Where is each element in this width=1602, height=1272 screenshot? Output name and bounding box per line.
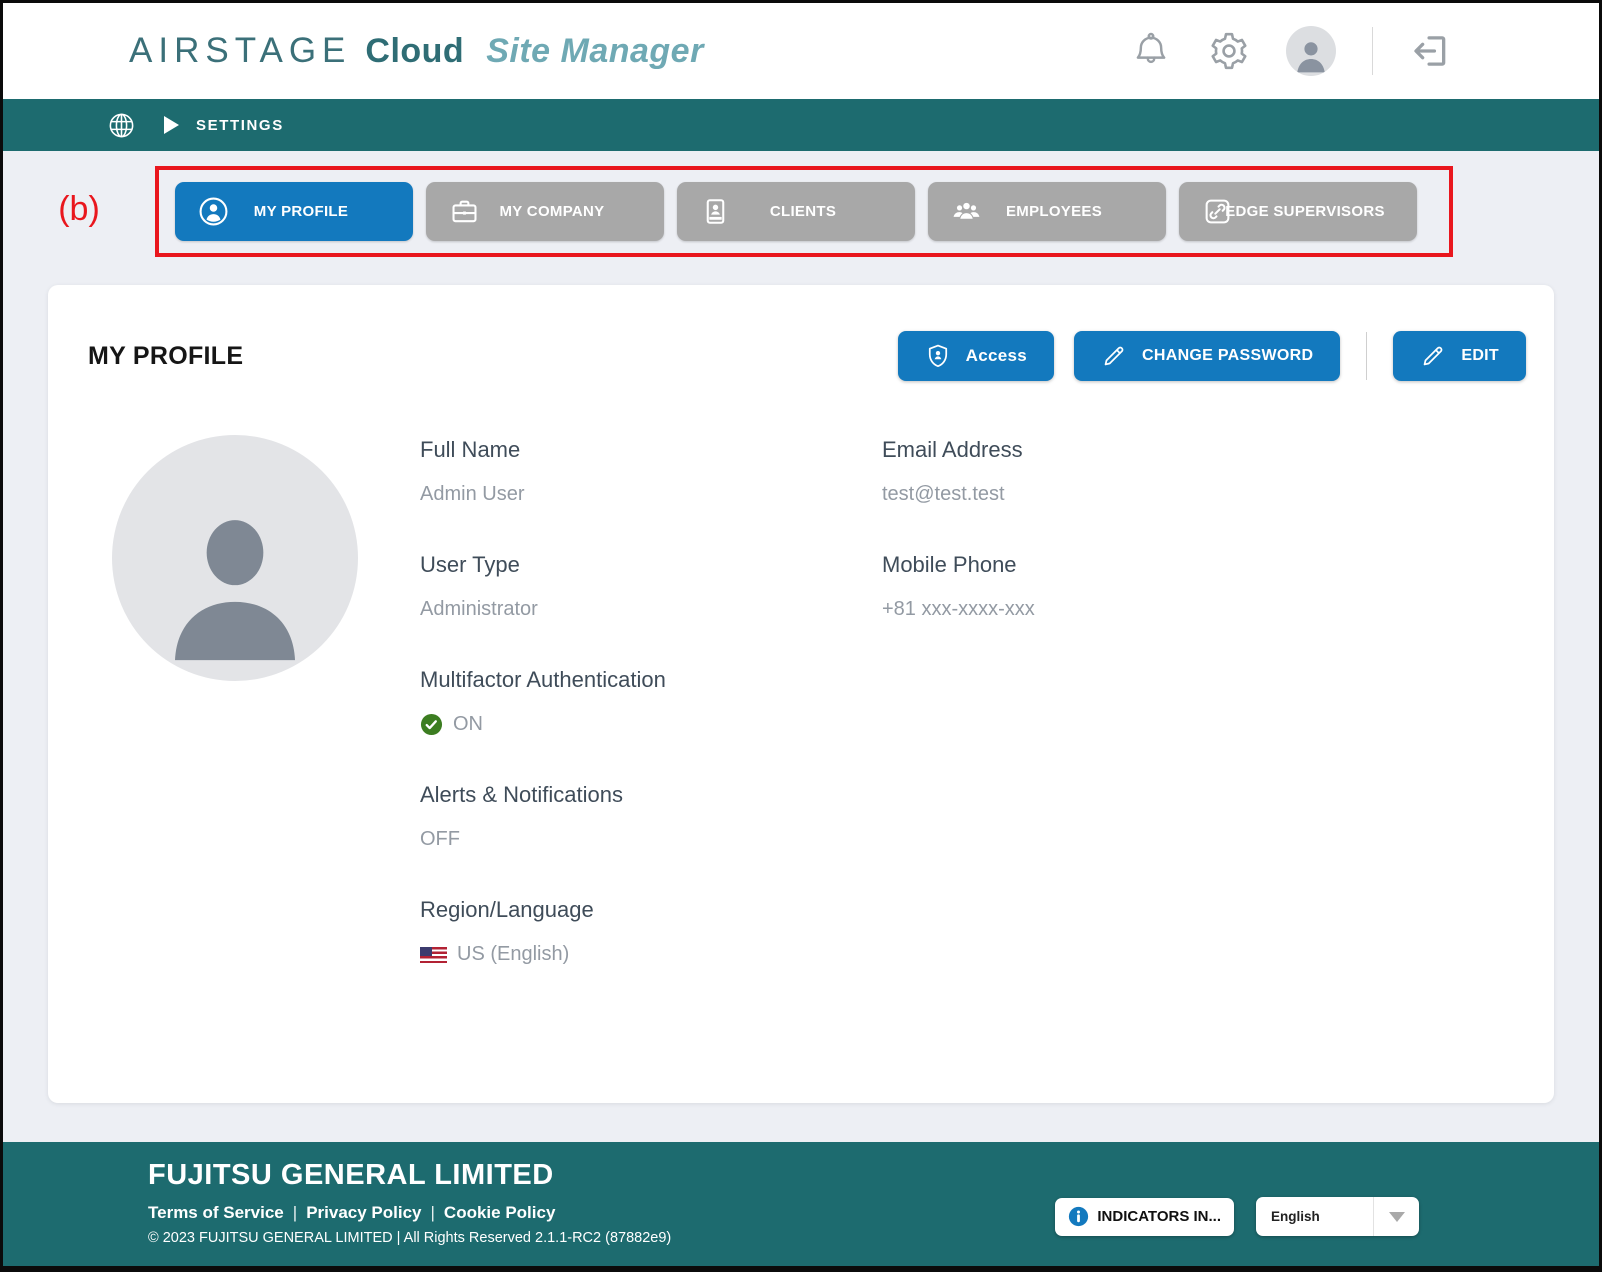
person-silhouette-icon <box>135 481 335 681</box>
card-header: MY PROFILE Access <box>88 331 1526 381</box>
breadcrumb-bar: SETTINGS <box>3 99 1599 151</box>
profile-avatar-placeholder <box>112 435 358 681</box>
id-badge-icon <box>700 196 731 227</box>
link-separator: | <box>431 1203 435 1223</box>
field-multifactor-authentication: Multifactor Authentication ON <box>420 667 882 736</box>
globe-icon[interactable] <box>107 111 136 140</box>
terms-of-service-link[interactable]: Terms of Service <box>148 1203 284 1223</box>
field-email-address: Email Address test@test.test <box>882 437 1526 506</box>
access-button-label: Access <box>966 346 1027 366</box>
logo-brand: AIRSTAGE <box>129 31 351 71</box>
region-language-value: US (English) <box>457 943 569 966</box>
gear-icon[interactable] <box>1208 30 1250 72</box>
logo-product: Cloud <box>365 32 464 71</box>
field-label: Mobile Phone <box>882 552 1526 578</box>
page-title: MY PROFILE <box>88 342 243 371</box>
fields-right-column: Email Address test@test.test Mobile Phon… <box>882 437 1526 1012</box>
field-value: test@test.test <box>882 483 1526 506</box>
user-avatar[interactable] <box>1286 26 1336 76</box>
indicators-button-label: INDICATORS IN... <box>1097 1208 1221 1225</box>
dropdown-arrow-zone[interactable] <box>1373 1197 1419 1236</box>
annotation-red-box: MY PROFILE MY COMPANY <box>155 166 1453 257</box>
content-area: (b) MY PROFILE <box>3 151 1599 1266</box>
actions-divider <box>1366 332 1367 380</box>
tab-my-profile[interactable]: MY PROFILE <box>175 182 413 241</box>
tab-label: CLIENTS <box>721 203 915 220</box>
page: AIRSTAGE Cloud Site Manager <box>0 0 1602 1272</box>
person-circle-icon <box>198 196 229 227</box>
profile-fields: Full Name Admin User User Type Administr… <box>420 435 1526 1012</box>
header-icons <box>1130 26 1451 76</box>
header-divider <box>1372 27 1373 75</box>
annotation-label-b: (b) <box>3 166 155 257</box>
field-label: Alerts & Notifications <box>420 782 882 808</box>
field-value: Admin User <box>420 483 882 506</box>
field-region-language: Region/Language US (English) <box>420 897 882 966</box>
field-label: Full Name <box>420 437 882 463</box>
link-box-icon <box>1202 196 1233 227</box>
privacy-policy-link[interactable]: Privacy Policy <box>306 1203 421 1223</box>
field-label: Email Address <box>882 437 1526 463</box>
tab-label: MY COMPANY <box>470 203 664 220</box>
bell-icon[interactable] <box>1130 30 1172 72</box>
tab-label: EMPLOYEES <box>972 203 1166 220</box>
avatar-column <box>88 435 420 1012</box>
shield-person-icon <box>925 343 951 369</box>
check-circle-icon <box>420 713 443 736</box>
footer: FUJITSU GENERAL LIMITED Terms of Service… <box>3 1142 1599 1266</box>
tab-label: MY PROFILE <box>219 203 413 220</box>
logout-icon[interactable] <box>1409 30 1451 72</box>
tab-annotation-row: (b) MY PROFILE <box>3 166 1599 257</box>
access-button[interactable]: Access <box>898 331 1054 381</box>
us-flag-icon <box>420 947 447 963</box>
language-selected-value: English <box>1256 1209 1373 1224</box>
field-value: +81 xxx-xxxx-xxx <box>882 598 1526 621</box>
tab-clients[interactable]: CLIENTS <box>677 182 915 241</box>
profile-body: Full Name Admin User User Type Administr… <box>88 435 1526 1012</box>
change-password-button-label: CHANGE PASSWORD <box>1142 347 1313 365</box>
chevron-down-icon <box>1389 1212 1405 1222</box>
tab-my-company[interactable]: MY COMPANY <box>426 182 664 241</box>
language-select[interactable]: English <box>1256 1197 1419 1236</box>
field-full-name: Full Name Admin User <box>420 437 882 506</box>
indicators-info-button[interactable]: INDICATORS IN... <box>1055 1198 1234 1236</box>
app-logo: AIRSTAGE Cloud Site Manager <box>129 31 704 71</box>
field-value: Administrator <box>420 598 882 621</box>
footer-company-name: FUJITSU GENERAL LIMITED <box>148 1159 1599 1192</box>
edit-button[interactable]: EDIT <box>1393 331 1526 381</box>
field-label: Multifactor Authentication <box>420 667 882 693</box>
users-group-icon <box>951 196 982 227</box>
pencil-icon <box>1101 343 1127 369</box>
info-circle-icon <box>1068 1206 1089 1227</box>
field-label: User Type <box>420 552 882 578</box>
edit-button-label: EDIT <box>1461 347 1499 365</box>
field-mobile-phone: Mobile Phone +81 xxx-xxxx-xxx <box>882 552 1526 621</box>
tab-edge-supervisors[interactable]: EDGE SUPERVISORS <box>1179 182 1417 241</box>
my-profile-card: MY PROFILE Access <box>48 285 1554 1103</box>
logo-suite: Site Manager <box>486 32 704 71</box>
app-header: AIRSTAGE Cloud Site Manager <box>3 3 1599 99</box>
pencil-icon <box>1420 343 1446 369</box>
breadcrumb-arrow-icon <box>164 116 179 134</box>
field-value: ON <box>420 713 882 736</box>
footer-controls: INDICATORS IN... English <box>1055 1197 1419 1236</box>
field-alerts-notifications: Alerts & Notifications OFF <box>420 782 882 851</box>
briefcase-icon <box>449 196 480 227</box>
link-separator: | <box>293 1203 297 1223</box>
tab-employees[interactable]: EMPLOYEES <box>928 182 1166 241</box>
mfa-status: ON <box>453 713 483 736</box>
cookie-policy-link[interactable]: Cookie Policy <box>444 1203 555 1223</box>
tab-label: EDGE SUPERVISORS <box>1223 203 1417 220</box>
change-password-button[interactable]: CHANGE PASSWORD <box>1074 331 1340 381</box>
fields-left-column: Full Name Admin User User Type Administr… <box>420 437 882 1012</box>
field-value: US (English) <box>420 943 882 966</box>
field-label: Region/Language <box>420 897 882 923</box>
field-value: OFF <box>420 828 882 851</box>
breadcrumb: SETTINGS <box>196 117 284 134</box>
card-actions: Access CHANGE PASSWORD <box>898 331 1526 381</box>
field-user-type: User Type Administrator <box>420 552 882 621</box>
